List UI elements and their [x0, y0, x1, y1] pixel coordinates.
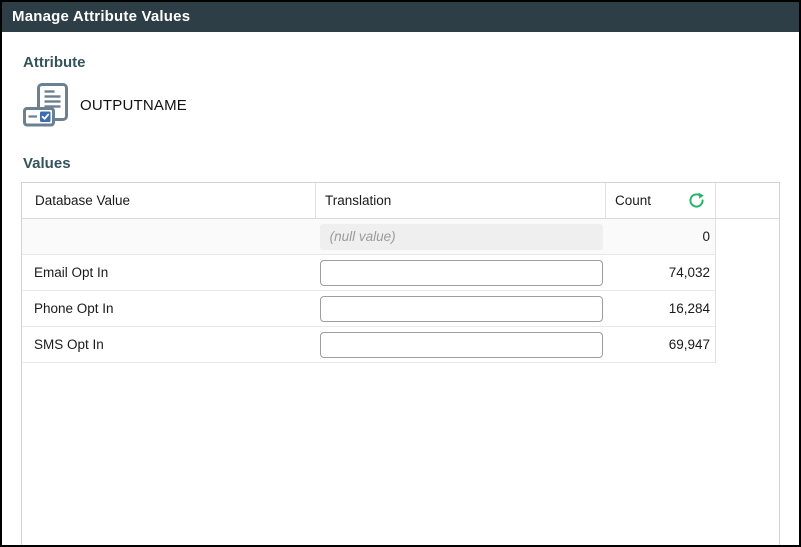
manage-attribute-values-dialog: Manage Attribute Values Attribute OUTPUT… [0, 0, 801, 547]
translation-cell: (null value) [316, 223, 606, 250]
column-header-translation: Translation [316, 183, 606, 218]
table-header-row: Database Value Translation Count [22, 183, 779, 219]
count-cell: 69,947 [668, 337, 710, 352]
values-section-label: Values [23, 155, 71, 172]
database-value-cell: Phone Opt In [34, 301, 114, 316]
translation-cell [316, 259, 606, 286]
refresh-icon [688, 192, 704, 208]
dialog-content: Attribute OUTPUTNAME Values Database Val… [2, 54, 799, 545]
dialog-title: Manage Attribute Values [12, 8, 191, 25]
table-row-null-value: (null value) 0 [22, 219, 715, 255]
attribute-document-icon [23, 83, 68, 127]
translation-cell [316, 295, 606, 322]
table-header-spacer [716, 183, 779, 218]
table-row-phone-opt-in: Phone Opt In 16,284 [22, 291, 715, 327]
attribute-name: OUTPUTNAME [80, 96, 187, 114]
count-cell: 16,284 [668, 301, 710, 316]
count-cell: 0 [702, 229, 710, 244]
refresh-counts-button[interactable] [687, 192, 705, 210]
count-cell: 74,032 [668, 265, 710, 280]
table-row-email-opt-in: Email Opt In 74,032 [22, 255, 715, 291]
translation-input-sms-opt-in[interactable] [319, 331, 603, 358]
translation-cell [316, 331, 606, 358]
count-header-label: Count [615, 193, 652, 208]
database-value-cell: SMS Opt In [34, 337, 104, 352]
translation-input-email-opt-in[interactable] [319, 259, 603, 286]
attribute-section-label: Attribute [23, 54, 86, 71]
translation-input-phone-opt-in[interactable] [319, 295, 603, 322]
values-table: Database Value Translation Count (null v… [21, 182, 780, 545]
table-row-sms-opt-in: SMS Opt In 69,947 [22, 327, 715, 363]
column-header-count: Count [606, 183, 716, 218]
attribute-row: OUTPUTNAME [23, 82, 780, 128]
dialog-titlebar: Manage Attribute Values [2, 2, 799, 32]
null-value-readonly-field: (null value) [319, 223, 603, 250]
column-header-database-value: Database Value [22, 183, 316, 218]
table-body: (null value) 0 Email Opt In 74,032 Phone… [22, 219, 716, 363]
database-value-cell: Email Opt In [34, 265, 109, 280]
